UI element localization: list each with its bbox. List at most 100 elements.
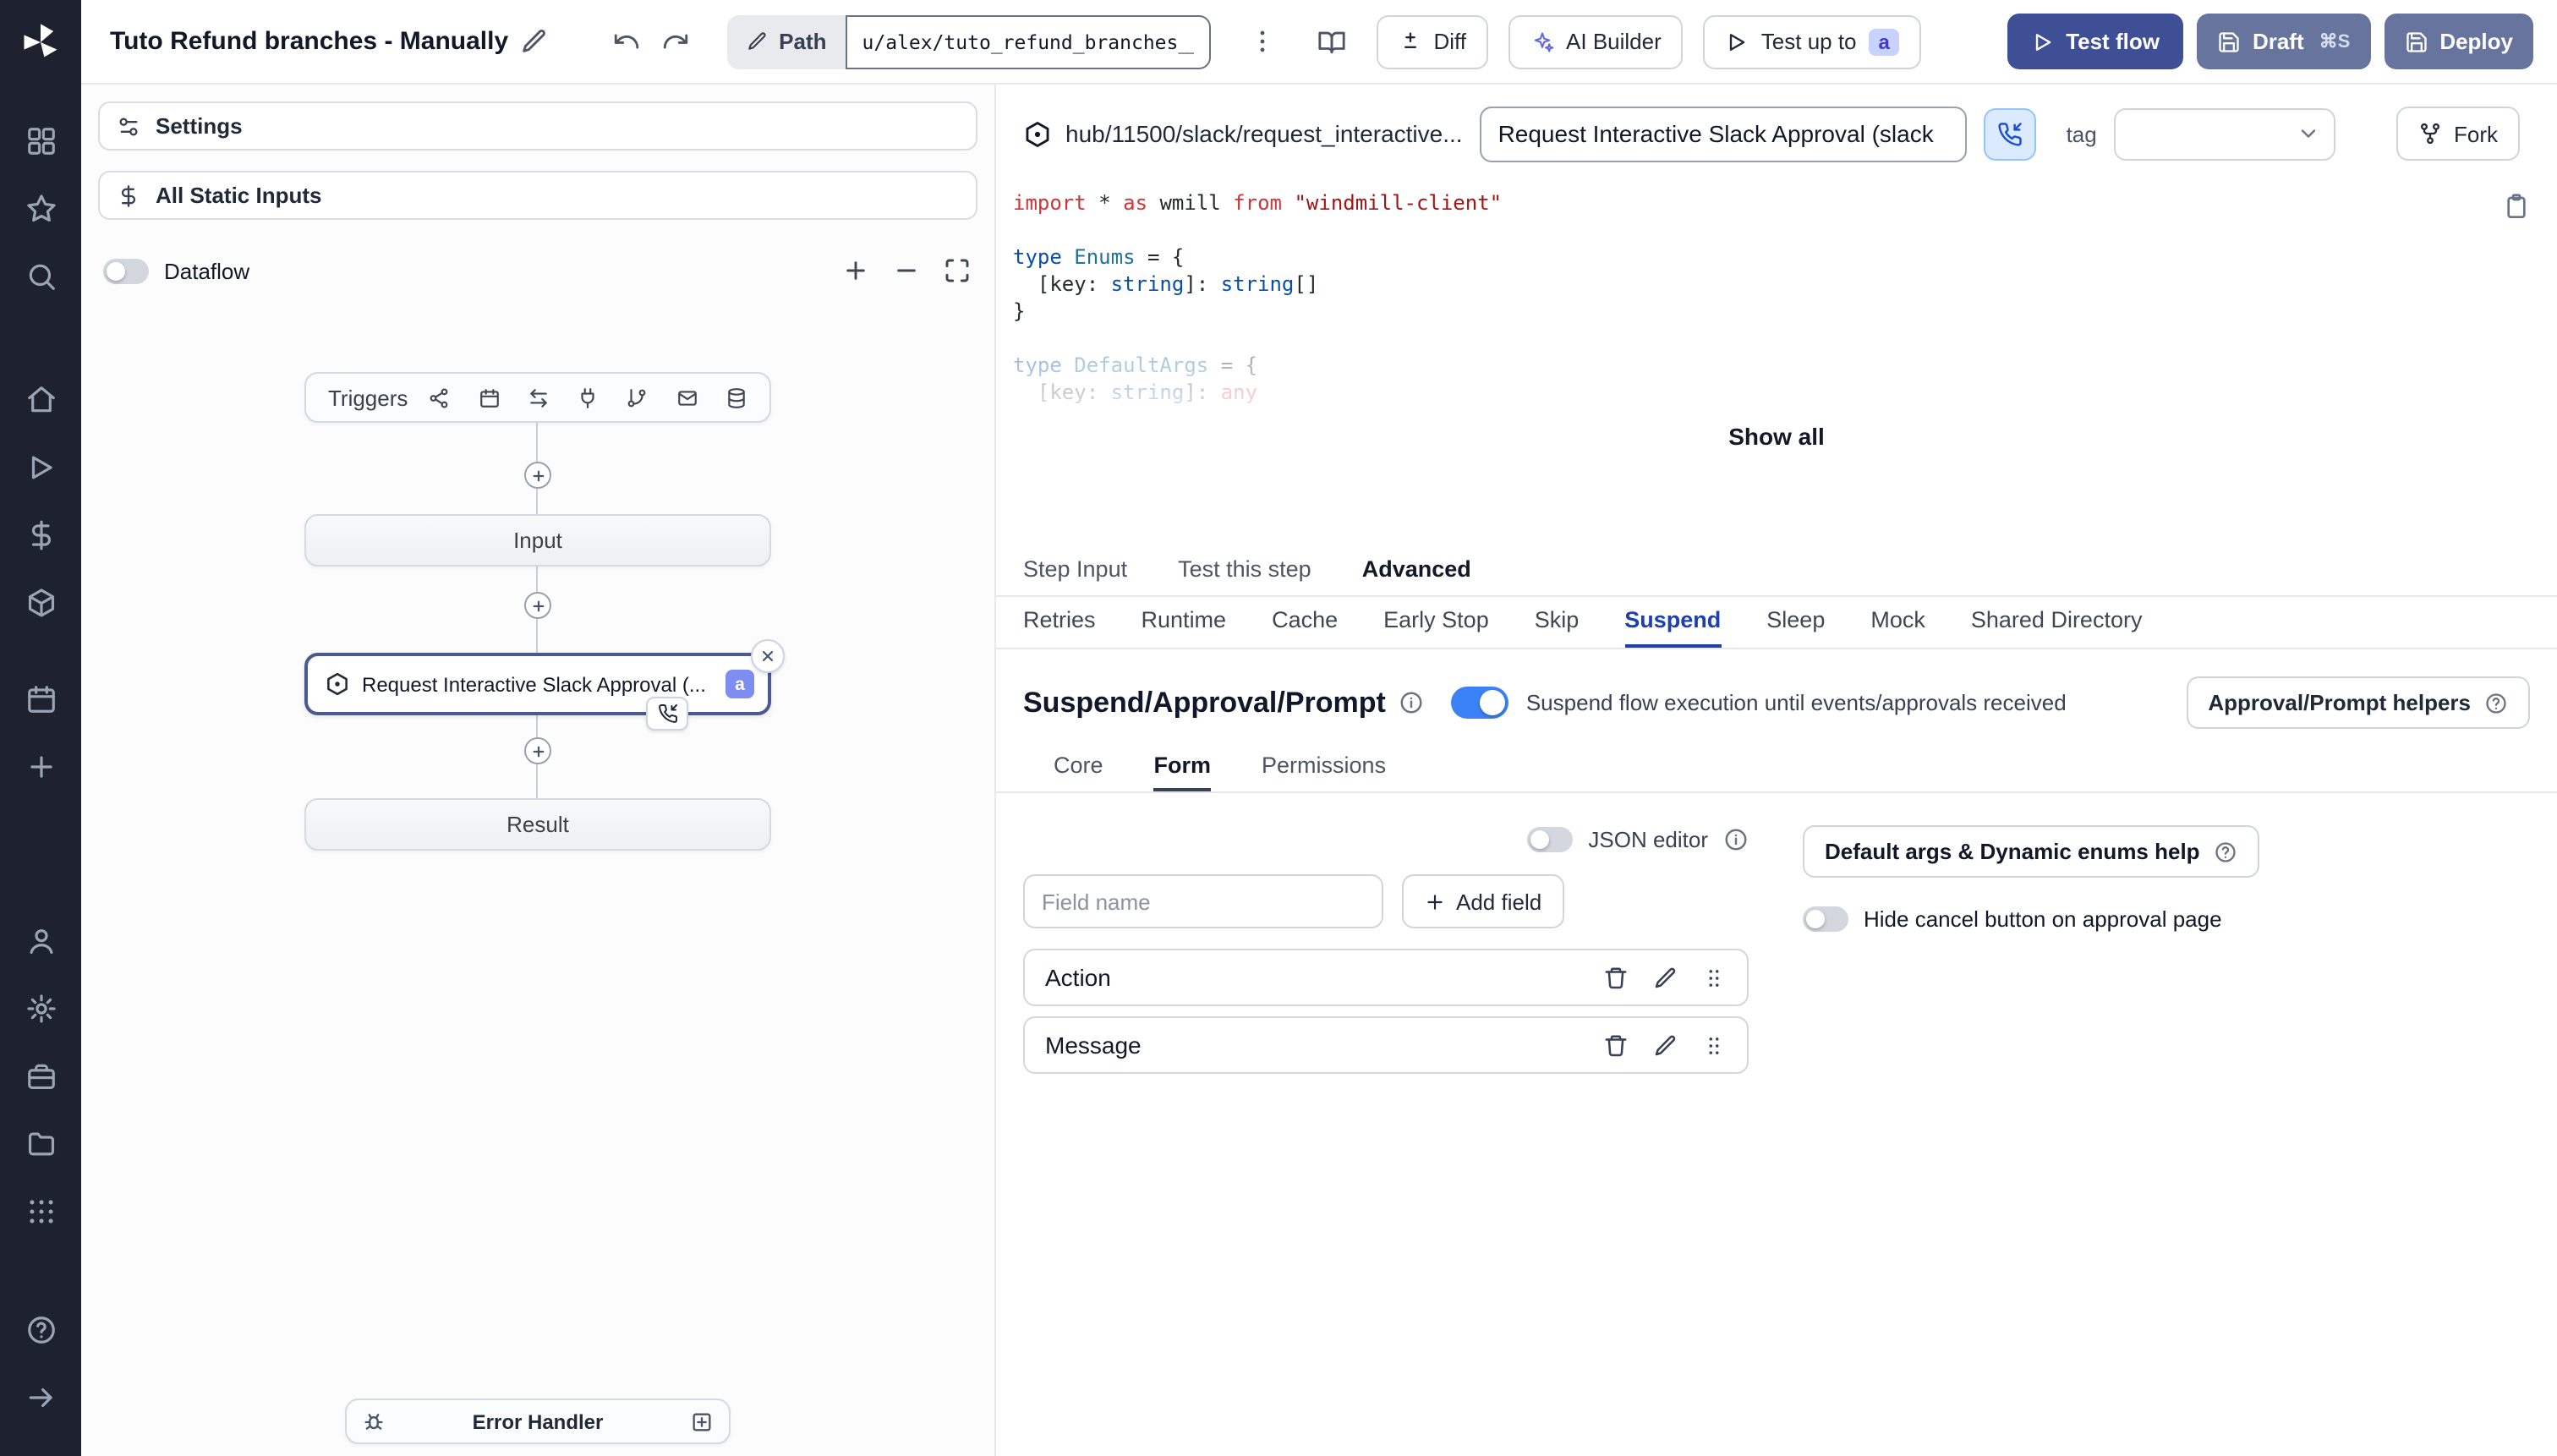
step-node-selected[interactable]: Request Interactive Slack Approval (... …	[304, 639, 785, 731]
flow-title: Tuto Refund branches - Manually	[110, 27, 509, 56]
json-editor-label: JSON editor	[1588, 826, 1708, 851]
suspend-indicator-badge[interactable]	[646, 697, 688, 731]
remove-step-button[interactable]	[751, 639, 785, 673]
triggers-node[interactable]: Triggers	[304, 372, 771, 423]
draft-label: Draft	[2252, 29, 2304, 54]
hub-path-link[interactable]: hub/11500/slack/request_interactive...	[1023, 119, 1463, 148]
tab-step-input[interactable]: Step Input	[1023, 556, 1127, 595]
edit-field-button[interactable]	[1652, 965, 1678, 990]
drag-field-handle[interactable]	[1701, 1032, 1727, 1058]
tag-select[interactable]	[2113, 107, 2335, 160]
drag-field-handle[interactable]	[1701, 965, 1727, 990]
add-node-button[interactable]	[524, 462, 551, 489]
sidebar-item-variables[interactable]	[15, 509, 66, 560]
docs-button[interactable]	[1307, 17, 1356, 66]
add-node-button[interactable]	[524, 592, 551, 619]
info-icon[interactable]	[1723, 826, 1749, 851]
suspend-toggle-button[interactable]	[1983, 107, 2036, 160]
code-editor[interactable]: import * as wmill from "windmill-client"…	[996, 176, 2557, 551]
sidebar-item-resources[interactable]	[15, 577, 66, 627]
fork-button[interactable]: Fork	[2396, 107, 2520, 161]
redo-button[interactable]	[650, 17, 699, 66]
sidebar-item-schedules[interactable]	[15, 673, 66, 724]
sidebar-item-apps[interactable]	[15, 115, 66, 166]
form-field-row[interactable]: Action	[1023, 949, 1749, 1006]
tab-permissions[interactable]: Permissions	[1262, 753, 1386, 791]
tab-runtime[interactable]: Runtime	[1142, 607, 1227, 648]
tab-cache[interactable]: Cache	[1272, 607, 1338, 648]
add-field-button[interactable]: Add field	[1402, 874, 1564, 928]
tab-early-stop[interactable]: Early Stop	[1383, 607, 1489, 648]
tab-mock[interactable]: Mock	[1870, 607, 1925, 648]
info-icon[interactable]	[1399, 690, 1425, 715]
sidebar-item-search[interactable]	[15, 250, 66, 301]
play-icon	[30, 455, 52, 479]
tab-suspend[interactable]: Suspend	[1624, 607, 1722, 648]
result-node-label: Result	[506, 812, 569, 837]
tab-skip[interactable]: Skip	[1535, 607, 1580, 648]
play-icon	[2035, 33, 2051, 50]
suspend-enable-toggle[interactable]	[1451, 687, 1509, 719]
windmill-logo[interactable]	[19, 20, 63, 64]
json-editor-row: JSON editor	[1023, 820, 1749, 857]
approval-prompt-helpers-button[interactable]: Approval/Prompt helpers	[2186, 676, 2530, 729]
deploy-button[interactable]: Deploy	[2384, 14, 2533, 69]
add-field-label: Add field	[1456, 889, 1542, 914]
path-input[interactable]	[845, 14, 1211, 68]
fork-label: Fork	[2454, 121, 2498, 146]
app-sidebar	[0, 0, 81, 1456]
json-editor-toggle[interactable]	[1527, 826, 1574, 851]
flow-canvas[interactable]: Triggers Input Request Interactive Slack…	[81, 85, 994, 1456]
delete-field-button[interactable]	[1603, 965, 1629, 990]
trash-icon	[1605, 1034, 1627, 1056]
suspend-title: Suspend/Approval/Prompt	[1023, 686, 1386, 718]
edit-title-button[interactable]	[508, 17, 557, 66]
step-summary-input[interactable]	[1479, 106, 1967, 161]
more-menu-button[interactable]	[1238, 17, 1287, 66]
form-field-row[interactable]: Message	[1023, 1016, 1749, 1074]
default-args-help-button[interactable]: Default args & Dynamic enums help	[1803, 825, 2259, 878]
hide-cancel-toggle[interactable]	[1803, 906, 1848, 932]
tab-advanced[interactable]: Advanced	[1362, 556, 1471, 595]
tab-retries[interactable]: Retries	[1023, 607, 1096, 648]
edit-field-button[interactable]	[1652, 1032, 1678, 1058]
show-all-button[interactable]: Show all	[1728, 423, 1825, 450]
tab-form[interactable]: Form	[1153, 753, 1212, 791]
field-name-input[interactable]	[1023, 874, 1383, 928]
sidebar-item-help[interactable]	[15, 1304, 66, 1355]
path-chip[interactable]: Path	[726, 14, 846, 68]
undo-button[interactable]	[601, 17, 650, 66]
error-handler-node[interactable]: Error Handler	[345, 1399, 731, 1444]
sidebar-item-users[interactable]	[15, 915, 66, 966]
draft-button[interactable]: Draft ⌘S	[2196, 14, 2371, 69]
grip-vertical-icon	[1709, 969, 1719, 986]
folder-icon	[27, 1131, 54, 1155]
plus-icon	[532, 469, 544, 481]
suspend-section-header: Suspend/Approval/Prompt Suspend flow exe…	[1023, 676, 2530, 729]
sidebar-item-create[interactable]	[15, 741, 66, 791]
sidebar-expand-button[interactable]	[15, 1371, 66, 1422]
trigger-icons	[428, 386, 747, 408]
tab-sleep[interactable]: Sleep	[1766, 607, 1825, 648]
sidebar-item-workers[interactable]	[15, 1050, 66, 1101]
diff-button[interactable]: Diff	[1376, 14, 1489, 68]
sidebar-item-runs[interactable]	[15, 441, 66, 492]
delete-field-button[interactable]	[1603, 1032, 1629, 1058]
sidebar-item-home[interactable]	[15, 374, 66, 424]
sidebar-item-favorites[interactable]	[15, 183, 66, 233]
result-node[interactable]: Result	[304, 798, 771, 851]
copy-code-button[interactable]	[2503, 193, 2530, 220]
ai-builder-button[interactable]: AI Builder	[1508, 14, 1684, 68]
tab-core[interactable]: Core	[1054, 753, 1103, 791]
test-up-to-button[interactable]: Test up to a	[1703, 14, 1922, 68]
input-node[interactable]: Input	[304, 514, 771, 567]
tab-shared-directory[interactable]: Shared Directory	[1971, 607, 2143, 648]
add-error-handler-button[interactable]	[690, 1409, 714, 1433]
tag-label: tag	[2066, 121, 2097, 146]
test-flow-button[interactable]: Test flow	[2007, 14, 2183, 69]
sidebar-item-groups[interactable]	[15, 1185, 66, 1236]
tab-test-this-step[interactable]: Test this step	[1178, 556, 1311, 595]
sidebar-item-settings[interactable]	[15, 983, 66, 1033]
sidebar-item-folders[interactable]	[15, 1118, 66, 1169]
add-node-button[interactable]	[524, 737, 551, 764]
